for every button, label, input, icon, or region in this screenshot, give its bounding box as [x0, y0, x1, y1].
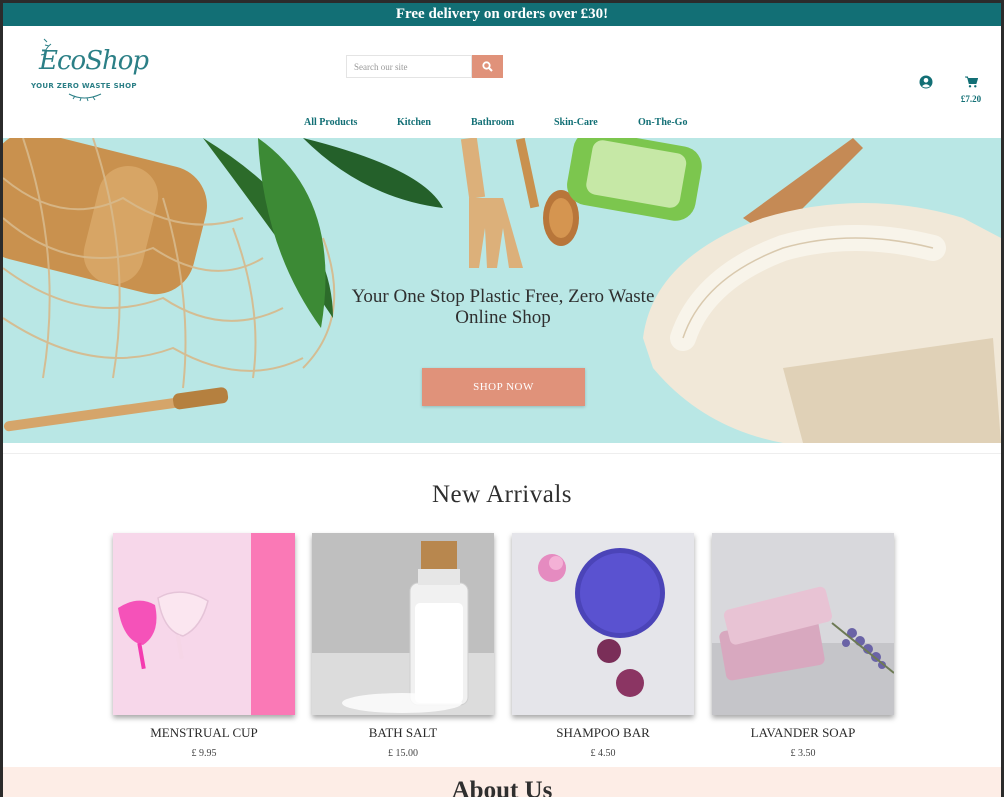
product-name: MENSTRUAL CUP: [150, 725, 258, 740]
section-divider: [3, 453, 1001, 454]
cart-total: £7.20: [960, 94, 982, 104]
site-header: EcoShop YOUR ZERO WASTE SHOP Search our …: [3, 26, 1001, 114]
product-card-menstrual-cup[interactable]: MENSTRUAL CUP £ 9.95: [113, 533, 295, 759]
product-price: £ 4.50: [590, 748, 616, 759]
hero-title: Your One Stop Plastic Free, Zero Waste O…: [303, 286, 703, 328]
main-nav: All Products Kitchen Bathroom Skin-Care …: [3, 113, 1001, 138]
nav-item-on-the-go[interactable]: On-The-Go: [638, 117, 687, 128]
product-name: LAVANDER SOAP: [750, 725, 856, 740]
nav-item-kitchen[interactable]: Kitchen: [397, 117, 431, 128]
search-bar: [346, 55, 503, 78]
about-section: About Us: [3, 767, 1001, 797]
product-price: £ 15.00: [388, 748, 418, 759]
logo-title: EcoShop: [39, 46, 149, 76]
product-card-lavander-soap[interactable]: LAVANDER SOAP £ 3.50: [712, 533, 894, 759]
product-image[interactable]: [512, 533, 694, 715]
toothbrush-image: [3, 387, 229, 432]
product-card-shampoo-bar[interactable]: SHAMPOO BAR £ 4.50: [512, 533, 694, 759]
cart-icon: [964, 76, 978, 88]
about-title: About Us: [451, 777, 553, 797]
product-price: £ 9.95: [191, 748, 217, 759]
nav-item-bathroom[interactable]: Bathroom: [471, 117, 514, 128]
product-image[interactable]: [712, 533, 894, 715]
search-icon: [482, 61, 493, 72]
product-image[interactable]: [312, 533, 494, 715]
nav-item-all-products[interactable]: All Products: [304, 117, 357, 128]
logo-subtitle: YOUR ZERO WASTE SHOP: [31, 82, 137, 90]
jar-image: [567, 138, 702, 221]
account-button[interactable]: [919, 75, 933, 89]
announcement-bar: Free delivery on orders over £30!: [3, 3, 1001, 26]
hero-title-line-1: Your One Stop Plastic Free, Zero Waste: [351, 286, 655, 307]
shop-now-button[interactable]: SHOP NOW: [422, 368, 585, 406]
logo[interactable]: EcoShop YOUR ZERO WASTE SHOP: [29, 36, 149, 102]
nav-item-skin-care[interactable]: Skin-Care: [554, 117, 598, 128]
bamboo-fork-image: [460, 138, 523, 268]
product-name: SHAMPOO BAR: [556, 725, 650, 740]
hero-banner: Your One Stop Plastic Free, Zero Waste O…: [3, 138, 1001, 443]
cart-button[interactable]: £7.20: [956, 75, 986, 104]
product-price: £ 3.50: [790, 748, 816, 759]
product-name: BATH SALT: [368, 725, 438, 740]
product-card-bath-salt[interactable]: BATH SALT £ 15.00: [312, 533, 494, 759]
search-input[interactable]: [346, 55, 472, 78]
product-image[interactable]: [113, 533, 295, 715]
page: Free delivery on orders over £30! EcoSho…: [3, 3, 1001, 797]
user-circle-icon: [919, 75, 933, 89]
new-arrivals-title: New Arrivals: [432, 481, 572, 508]
hero-title-line-2: Online Shop: [455, 307, 551, 328]
search-button[interactable]: [472, 55, 503, 78]
announcement-text: Free delivery on orders over £30!: [395, 6, 609, 22]
